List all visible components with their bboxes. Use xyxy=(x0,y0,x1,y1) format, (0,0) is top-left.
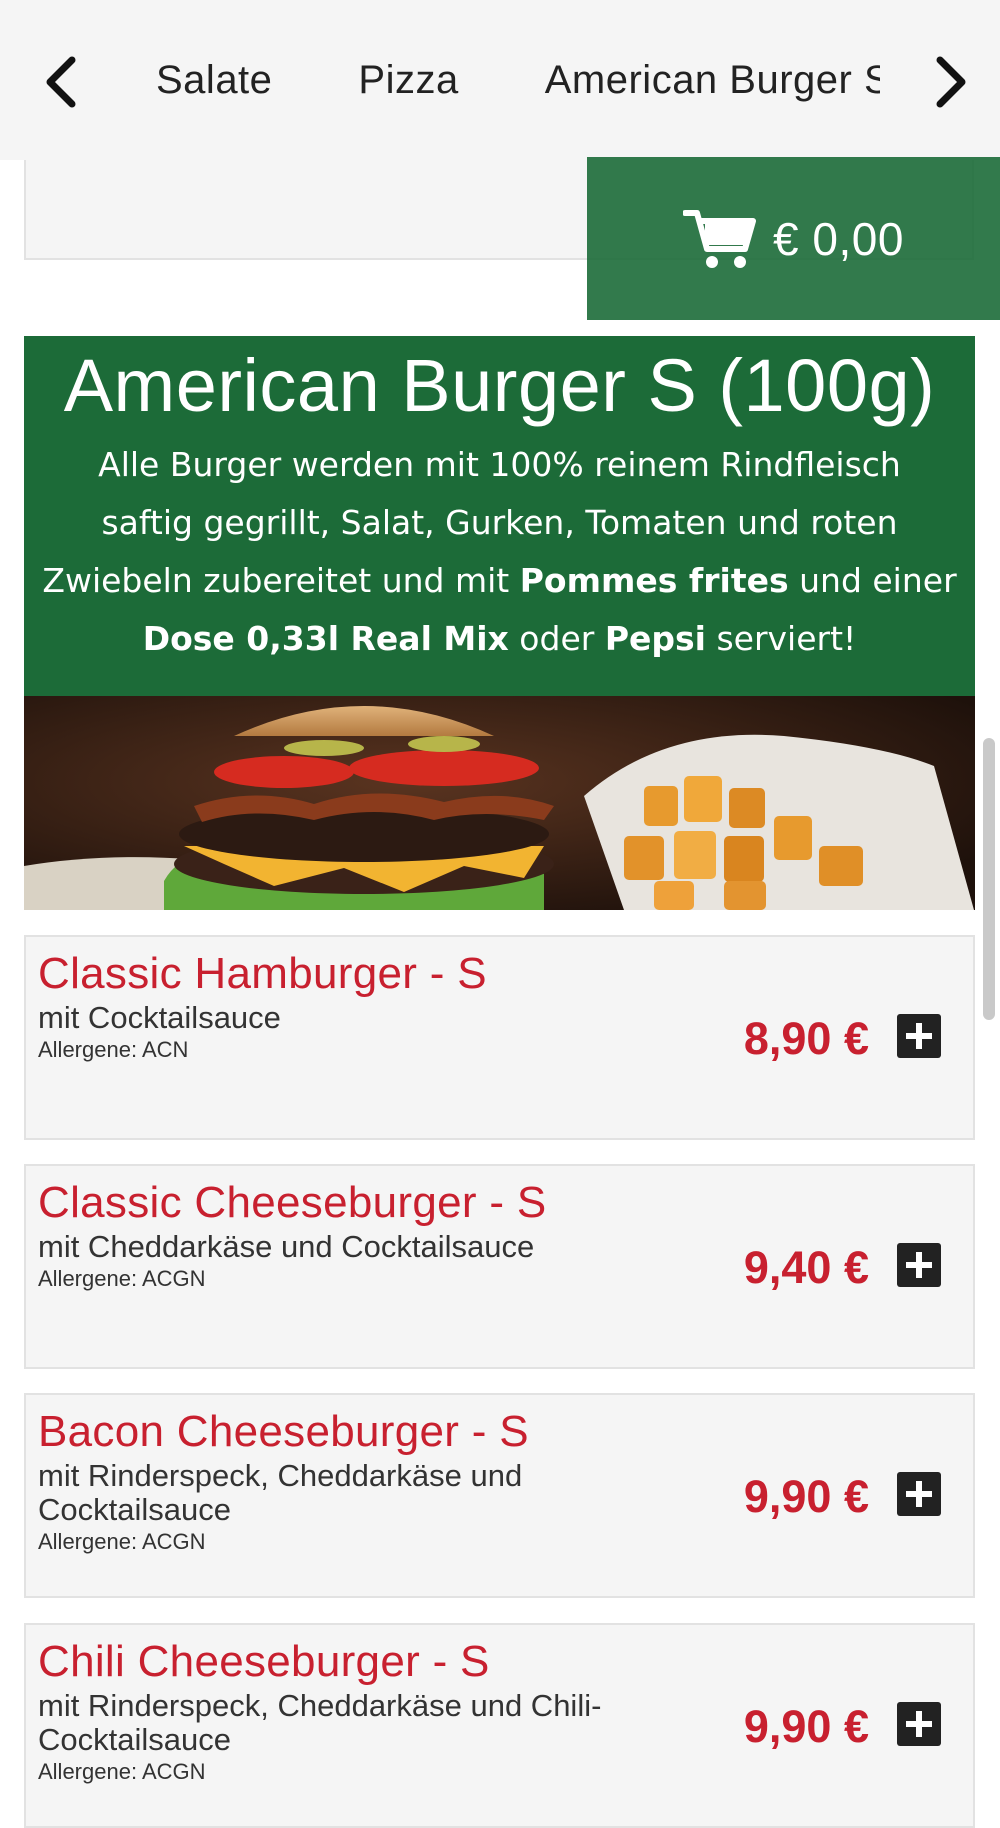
add-to-cart-button[interactable] xyxy=(897,1472,941,1516)
product-price: 9,90 € xyxy=(743,1471,869,1522)
chevron-right-icon xyxy=(936,56,966,108)
next-category-button[interactable] xyxy=(920,48,980,116)
category-header: American Burger S (100g) Alle Burger wer… xyxy=(24,336,975,696)
scrollbar[interactable] xyxy=(983,738,995,1020)
product-name: Classic Hamburger - S xyxy=(38,949,487,998)
product-allergens: Allergene: ACN xyxy=(38,1037,189,1062)
description-line: saftig gegrillt, Salat, Gurken, Tomaten … xyxy=(101,503,898,542)
product-description: mit Rinderspeck, Cheddarkäse und Cocktai… xyxy=(38,1459,638,1557)
product-allergens: Allergene: ACGN xyxy=(38,1266,206,1291)
product-price: 8,90 € xyxy=(743,1013,869,1064)
product-card[interactable]: Classic Cheeseburger - S mit Cheddarkäse… xyxy=(24,1164,975,1369)
product-card[interactable]: Bacon Cheeseburger - S mit Rinderspeck, … xyxy=(24,1393,975,1598)
category-tabs: Salate Pizza American Burger S xyxy=(140,50,880,110)
previous-category-button[interactable] xyxy=(32,48,92,116)
category-description: Alle Burger werden mit 100% reinem Rindf… xyxy=(24,436,975,668)
description-line: Dose 0,33l Real Mix oder Pepsi serviert! xyxy=(142,619,857,658)
chevron-left-icon xyxy=(46,56,76,108)
product-name: Chili Cheeseburger - S xyxy=(38,1637,490,1686)
product-description: mit Rinderspeck, Cheddarkäse und Chili-C… xyxy=(38,1689,638,1787)
product-card[interactable]: Classic Hamburger - S mit Cocktailsauce … xyxy=(24,935,975,1140)
shopping-cart-icon xyxy=(683,209,757,268)
add-to-cart-button[interactable] xyxy=(897,1014,941,1058)
product-name: Bacon Cheeseburger - S xyxy=(38,1407,529,1456)
product-name: Classic Cheeseburger - S xyxy=(38,1178,547,1227)
product-price: 9,90 € xyxy=(743,1701,869,1752)
product-description: mit Cocktailsauce Allergene: ACN xyxy=(38,1001,638,1065)
product-allergens: Allergene: ACGN xyxy=(38,1529,206,1554)
cart-total: € 0,00 xyxy=(773,212,904,265)
cart-button[interactable]: € 0,00 xyxy=(587,157,1000,320)
product-description: mit Cheddarkäse und Cocktailsauce Allerg… xyxy=(38,1230,638,1294)
category-title: American Burger S (100g) xyxy=(63,344,936,427)
product-card[interactable]: Chili Cheeseburger - S mit Rinderspeck, … xyxy=(24,1623,975,1828)
tab-salate[interactable]: Salate xyxy=(156,50,272,110)
category-nav-bar: Salate Pizza American Burger S xyxy=(0,0,1000,160)
add-to-cart-button[interactable] xyxy=(897,1243,941,1287)
burger-fries-image xyxy=(24,696,975,910)
description-line: Alle Burger werden mit 100% reinem Rindf… xyxy=(98,445,901,484)
tab-pizza[interactable]: Pizza xyxy=(358,50,458,110)
tab-american-burger-s[interactable]: American Burger S xyxy=(545,50,880,110)
description-line: Zwiebeln zubereitet und mit Pommes frite… xyxy=(42,561,957,600)
category-hero-image xyxy=(24,696,975,910)
product-allergens: Allergene: ACGN xyxy=(38,1759,206,1784)
product-price: 9,40 € xyxy=(743,1242,869,1293)
add-to-cart-button[interactable] xyxy=(897,1702,941,1746)
